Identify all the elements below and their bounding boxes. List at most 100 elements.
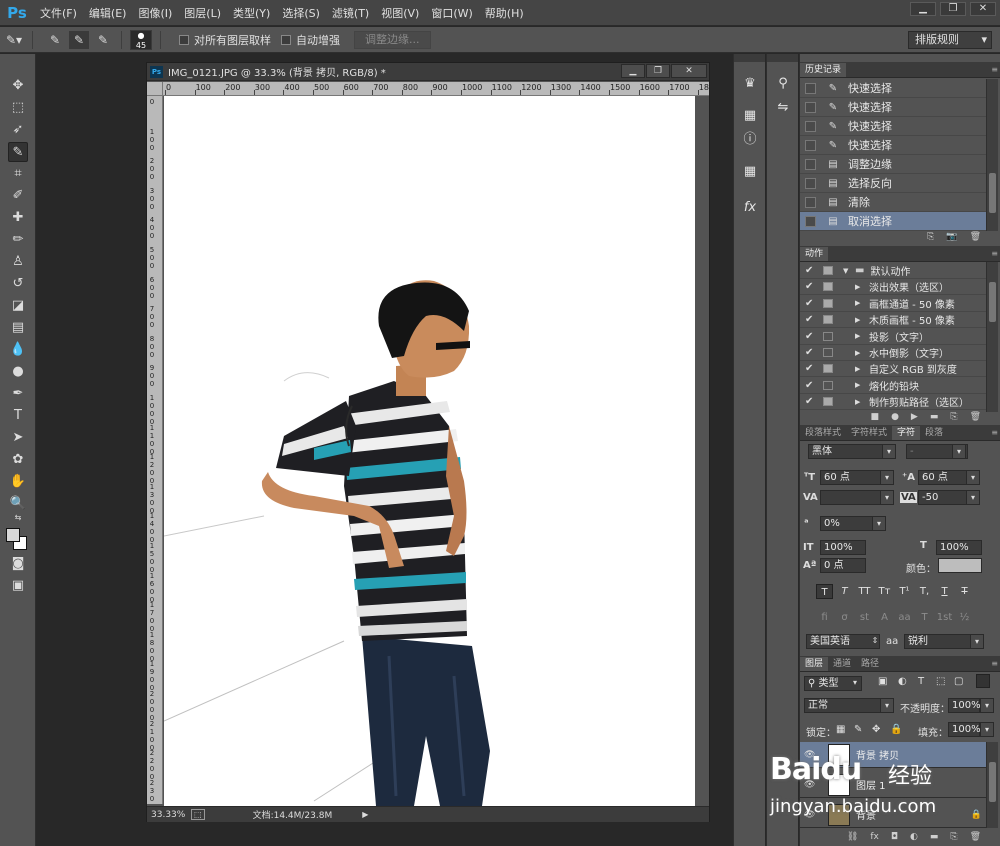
- checkmark-icon[interactable]: ✔: [805, 380, 817, 391]
- vertical-ruler[interactable]: 0 100 200 300 400 500 600 700 800 900 1000 1100 1200…: [147, 96, 163, 804]
- chevron-right-icon[interactable]: ▶: [855, 381, 863, 389]
- tab-history[interactable]: 历史记录: [800, 63, 847, 77]
- pen-tool-icon[interactable]: ✒: [8, 384, 28, 404]
- history-source-checkbox[interactable]: [805, 158, 816, 170]
- history-source-checkbox[interactable]: [805, 139, 816, 151]
- chevron-down-icon[interactable]: ▾: [952, 444, 966, 459]
- subtract-selection-icon[interactable]: ✎: [93, 31, 113, 49]
- brush-preset-icon[interactable]: ⚲: [773, 74, 793, 94]
- menu-image[interactable]: 图像(I): [132, 5, 178, 21]
- foreground-color-swatch[interactable]: [6, 528, 20, 542]
- new-action-icon[interactable]: ⎘: [950, 412, 957, 422]
- panel-menu-icon[interactable]: ≡: [991, 428, 998, 437]
- quick-mask-icon[interactable]: ◙: [8, 554, 28, 574]
- opentype-feature-button[interactable]: aa: [896, 610, 913, 625]
- marquee-tool-icon[interactable]: ⬚: [8, 98, 28, 118]
- shape-tool-icon[interactable]: ✿: [8, 450, 28, 470]
- chevron-right-icon[interactable]: ▶: [855, 349, 863, 357]
- type-style-button[interactable]: T: [836, 584, 853, 599]
- eyedropper-tool-icon[interactable]: ✐: [8, 186, 28, 206]
- opentype-feature-button[interactable]: ½: [956, 610, 973, 625]
- table-panel-icon[interactable]: ▦: [740, 162, 760, 182]
- workspace-select[interactable]: 排版规则: [908, 31, 992, 49]
- chevron-down-icon[interactable]: ▾: [882, 444, 896, 459]
- type-style-button[interactable]: T,: [916, 584, 933, 599]
- dialog-toggle-box[interactable]: [823, 331, 833, 341]
- new-set-icon[interactable]: ▬: [930, 412, 939, 422]
- history-source-checkbox[interactable]: [805, 82, 816, 94]
- record-icon[interactable]: ●: [891, 412, 899, 422]
- dodge-tool-icon[interactable]: ●: [8, 362, 28, 382]
- horizontal-scale-field[interactable]: 100%: [936, 540, 982, 555]
- pixel-filter-icon[interactable]: ▣: [878, 676, 887, 687]
- menu-file[interactable]: 文件(F): [34, 5, 83, 21]
- action-item[interactable]: ✔ ▼ ▬ 默认动作: [800, 263, 986, 279]
- menu-filter[interactable]: 滤镜(T): [326, 5, 375, 21]
- group-folder-icon[interactable]: ▬: [930, 832, 939, 842]
- history-item[interactable]: ✎ 快速选择: [800, 98, 986, 117]
- menu-select[interactable]: 选择(S): [276, 5, 326, 21]
- eraser-tool-icon[interactable]: ◪: [8, 296, 28, 316]
- crop-tool-icon[interactable]: ⌗: [8, 164, 28, 184]
- tab-paths[interactable]: 路径: [856, 657, 884, 671]
- auto-enhance-checkbox[interactable]: 自动增强: [281, 32, 340, 48]
- move-tool-icon[interactable]: ✥: [8, 76, 28, 96]
- horizontal-ruler[interactable]: 0 100 200 300 400 500 600 700 800 900 1000 1100 1200…: [163, 82, 709, 96]
- dialog-toggle-box[interactable]: [823, 315, 833, 325]
- chevron-right-icon[interactable]: ▶: [855, 332, 863, 340]
- action-item[interactable]: ✔ ▶ 熔化的铅块: [800, 378, 986, 394]
- opentype-feature-button[interactable]: 1st: [936, 610, 953, 625]
- font-family-select[interactable]: 黑体: [808, 444, 890, 459]
- delete-layer-icon[interactable]: 🗑: [970, 832, 981, 842]
- path-select-tool-icon[interactable]: ➤: [8, 428, 28, 448]
- delete-state-icon[interactable]: 🗑: [970, 232, 981, 242]
- menu-help[interactable]: 帮助(H): [479, 5, 530, 21]
- tab-paragraph[interactable]: 段落: [920, 426, 948, 440]
- history-brush-tool-icon[interactable]: ↺: [8, 274, 28, 294]
- action-item[interactable]: ✔ ▶ 自定义 RGB 到灰度: [800, 361, 986, 378]
- type-style-button[interactable]: T: [956, 584, 973, 599]
- chevron-down-icon[interactable]: ⇕: [868, 634, 882, 649]
- lasso-tool-icon[interactable]: ➶: [8, 120, 28, 140]
- chevron-down-icon[interactable]: ▾: [848, 676, 862, 691]
- opentype-feature-button[interactable]: st: [856, 610, 873, 625]
- tab-channels[interactable]: 通道: [828, 657, 856, 671]
- chevron-right-icon[interactable]: ▶: [855, 398, 863, 406]
- chevron-down-icon[interactable]: ▼: [843, 267, 851, 275]
- checkmark-icon[interactable]: ✔: [805, 396, 817, 407]
- checkmark-icon[interactable]: ✔: [805, 298, 817, 309]
- new-layer-icon[interactable]: ⎘: [950, 832, 957, 842]
- checkmark-icon[interactable]: ✔: [805, 265, 817, 276]
- history-item[interactable]: ✎ 快速选择: [800, 117, 986, 136]
- adjustment-layer-icon[interactable]: ◐: [910, 832, 918, 842]
- action-item[interactable]: ✔ ▶ 水中倒影（文字）: [800, 345, 986, 361]
- status-menu-arrow-icon[interactable]: ▶: [362, 810, 368, 819]
- new-selection-icon[interactable]: ✎: [45, 31, 65, 49]
- text-color-swatch[interactable]: [938, 558, 982, 573]
- chevron-right-icon[interactable]: ▶: [855, 299, 863, 307]
- zoom-tool-icon[interactable]: 🔍: [8, 494, 28, 514]
- dialog-toggle-box[interactable]: [823, 364, 833, 374]
- delete-action-icon[interactable]: 🗑: [970, 412, 981, 422]
- dialog-toggle-box[interactable]: [823, 380, 833, 390]
- doc-restore-button[interactable]: ❐: [646, 64, 670, 78]
- dialog-toggle-box[interactable]: [823, 397, 833, 407]
- lock-position-icon[interactable]: ✥: [872, 724, 880, 735]
- checkmark-icon[interactable]: ✔: [805, 363, 817, 374]
- doc-close-button[interactable]: ✕: [671, 64, 707, 78]
- checkmark-icon[interactable]: ✔: [805, 347, 817, 358]
- smart-object-filter-icon[interactable]: ▢: [954, 676, 963, 687]
- dialog-toggle-box[interactable]: [823, 266, 833, 275]
- add-mask-icon[interactable]: ◘: [891, 832, 898, 842]
- image-canvas[interactable]: [164, 96, 695, 806]
- panel-menu-icon[interactable]: ≡: [991, 659, 998, 668]
- tab-character[interactable]: 字符: [892, 426, 921, 440]
- chevron-right-icon[interactable]: ▶: [855, 283, 863, 291]
- chevron-down-icon[interactable]: ▾: [966, 490, 980, 505]
- snapshot-camera-icon[interactable]: 📷: [946, 232, 957, 242]
- zoom-level[interactable]: 33.33%: [151, 810, 189, 820]
- history-source-checkbox[interactable]: [805, 120, 816, 132]
- ruler-corner[interactable]: [147, 82, 163, 96]
- lock-all-icon[interactable]: 🔒: [890, 724, 902, 735]
- menu-layer[interactable]: 图层(L): [178, 5, 227, 21]
